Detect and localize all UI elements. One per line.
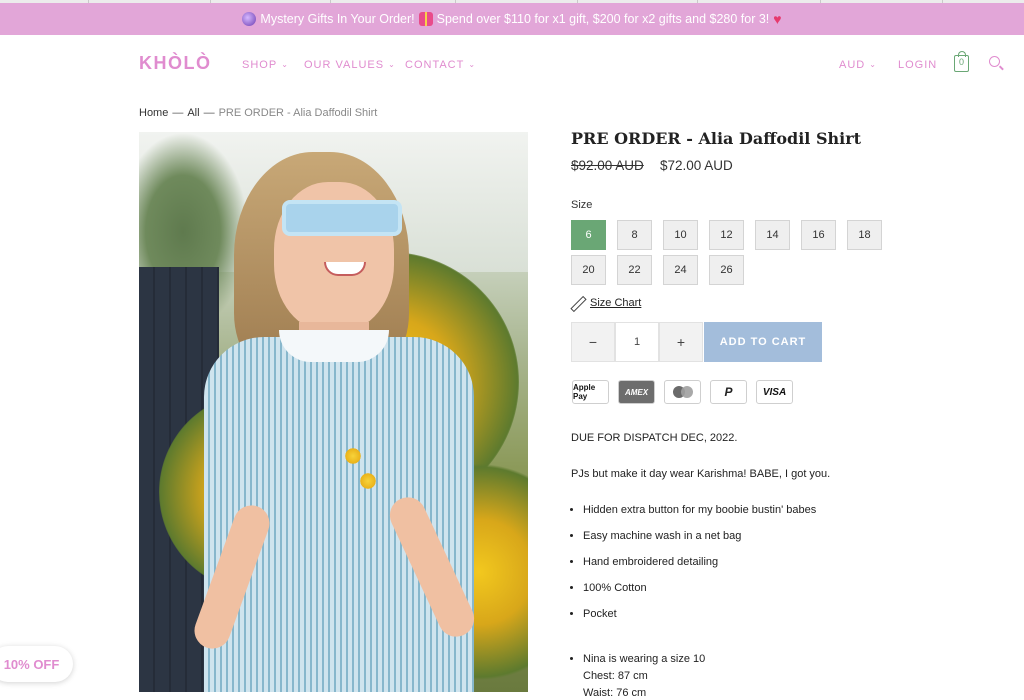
list-item: Easy machine wash in a net bag <box>583 530 816 556</box>
chevron-down-icon: ⌄ <box>281 60 289 69</box>
size-option-12[interactable]: 12 <box>709 220 744 250</box>
sale-price: $72.00 AUD <box>660 158 733 173</box>
apple-pay-icon: Apple Pay <box>572 380 609 404</box>
announcement-bar: Mystery Gifts In Your Order! Spend over … <box>0 3 1024 35</box>
product-title: PRE ORDER - Alia Daffodil Shirt <box>571 129 862 148</box>
list-item: 100% Cotton <box>583 582 816 608</box>
product-intro: PJs but make it day wear Karishma! BABE,… <box>571 468 831 480</box>
cart-count: 0 <box>958 57 964 67</box>
size-chart-link[interactable]: Size Chart <box>571 296 641 310</box>
size-option-16[interactable]: 16 <box>801 220 836 250</box>
breadcrumb-home[interactable]: Home <box>139 107 168 119</box>
dispatch-note: DUE FOR DISPATCH DEC, 2022. <box>571 432 738 444</box>
size-option-8[interactable]: 8 <box>617 220 652 250</box>
discount-popup-button[interactable]: 10% OFF <box>0 646 73 682</box>
breadcrumb-separator: — <box>172 107 184 119</box>
currency-label: AUD <box>839 59 866 71</box>
nav-shop-label: SHOP <box>242 59 278 71</box>
visa-icon: VISA <box>756 380 793 404</box>
add-to-cart-button[interactable]: ADD TO CART <box>704 322 822 362</box>
breadcrumb-separator: — <box>203 107 215 119</box>
gift-icon <box>418 12 433 26</box>
search-icon[interactable] <box>989 56 1000 67</box>
size-label: Size <box>571 199 593 211</box>
model-size-list: Nina is wearing a size 10 Chest: 87 cm W… <box>583 651 705 700</box>
logo[interactable]: KHÒLÒ <box>139 53 212 74</box>
model-chest: Chest: 87 cm <box>583 670 648 682</box>
announcement-text-2: Spend over $110 for x1 gift, $200 for x2… <box>436 12 770 26</box>
breadcrumb: Home — All — PRE ORDER - Alia Daffodil Shirt <box>139 107 377 119</box>
amex-label: AMEX <box>624 387 649 397</box>
payment-methods: Apple Pay AMEX P VISA <box>572 380 793 404</box>
size-option-14[interactable]: 14 <box>755 220 790 250</box>
chevron-down-icon: ⌄ <box>468 60 477 69</box>
breadcrumb-all[interactable]: All <box>187 107 199 119</box>
quantity-input[interactable]: 1 <box>615 322 659 362</box>
nav-values-label: OUR VALUES <box>304 59 385 71</box>
model-waist: Waist: 76 cm <box>583 687 647 699</box>
size-option-6[interactable]: 6 <box>571 220 606 250</box>
size-option-10[interactable]: 10 <box>663 220 698 250</box>
mastercard-icon <box>664 380 701 404</box>
feature-list: Hidden extra button for my boobie bustin… <box>583 504 816 634</box>
list-item: Pocket <box>583 608 816 634</box>
size-option-20[interactable]: 20 <box>571 255 606 285</box>
size-selector: 6 8 10 12 14 16 18 20 22 24 26 <box>571 220 901 285</box>
nav-contact[interactable]: CONTACT ⌄ <box>405 59 476 71</box>
quantity-increase-button[interactable]: + <box>659 322 703 362</box>
apple-pay-label: Apple Pay <box>573 383 596 401</box>
list-item: Hand embroidered detailing <box>583 556 816 582</box>
currency-selector[interactable]: AUD ⌄ <box>839 59 877 71</box>
nav-contact-label: CONTACT <box>405 59 465 71</box>
nav-our-values[interactable]: OUR VALUES ⌄ <box>304 59 396 71</box>
size-option-18[interactable]: 18 <box>847 220 882 250</box>
size-option-22[interactable]: 22 <box>617 255 652 285</box>
ruler-icon <box>571 296 585 310</box>
heart-gift-icon: ♥ <box>773 11 782 27</box>
login-link[interactable]: LOGIN <box>898 59 937 71</box>
visa-label: VISA <box>762 386 787 398</box>
main-navigation: KHÒLÒ SHOP ⌄ OUR VALUES ⌄ CONTACT ⌄ AUD ⌄ LO… <box>0 35 1024 97</box>
original-price: $92.00 AUD <box>571 158 644 173</box>
quantity-stepper: − 1 + <box>571 322 703 362</box>
size-option-26[interactable]: 26 <box>709 255 744 285</box>
chevron-down-icon: ⌄ <box>869 60 877 69</box>
size-option-24[interactable]: 24 <box>663 255 698 285</box>
announcement-text: Mystery Gifts In Your Order! <box>260 12 415 26</box>
amex-icon: AMEX <box>618 380 655 404</box>
model-note: Nina is wearing a size 10 <box>583 651 705 668</box>
list-item: Hidden extra button for my boobie bustin… <box>583 504 816 530</box>
chevron-down-icon: ⌄ <box>388 60 396 69</box>
size-chart-label: Size Chart <box>590 297 642 309</box>
product-image[interactable] <box>139 132 528 692</box>
cart-bag-icon[interactable]: 0 <box>954 51 969 72</box>
quantity-decrease-button[interactable]: − <box>571 322 615 362</box>
crystal-ball-icon <box>242 12 257 26</box>
nav-shop[interactable]: SHOP ⌄ <box>242 59 289 71</box>
breadcrumb-current: PRE ORDER - Alia Daffodil Shirt <box>218 107 378 119</box>
paypal-icon: P <box>710 380 747 404</box>
